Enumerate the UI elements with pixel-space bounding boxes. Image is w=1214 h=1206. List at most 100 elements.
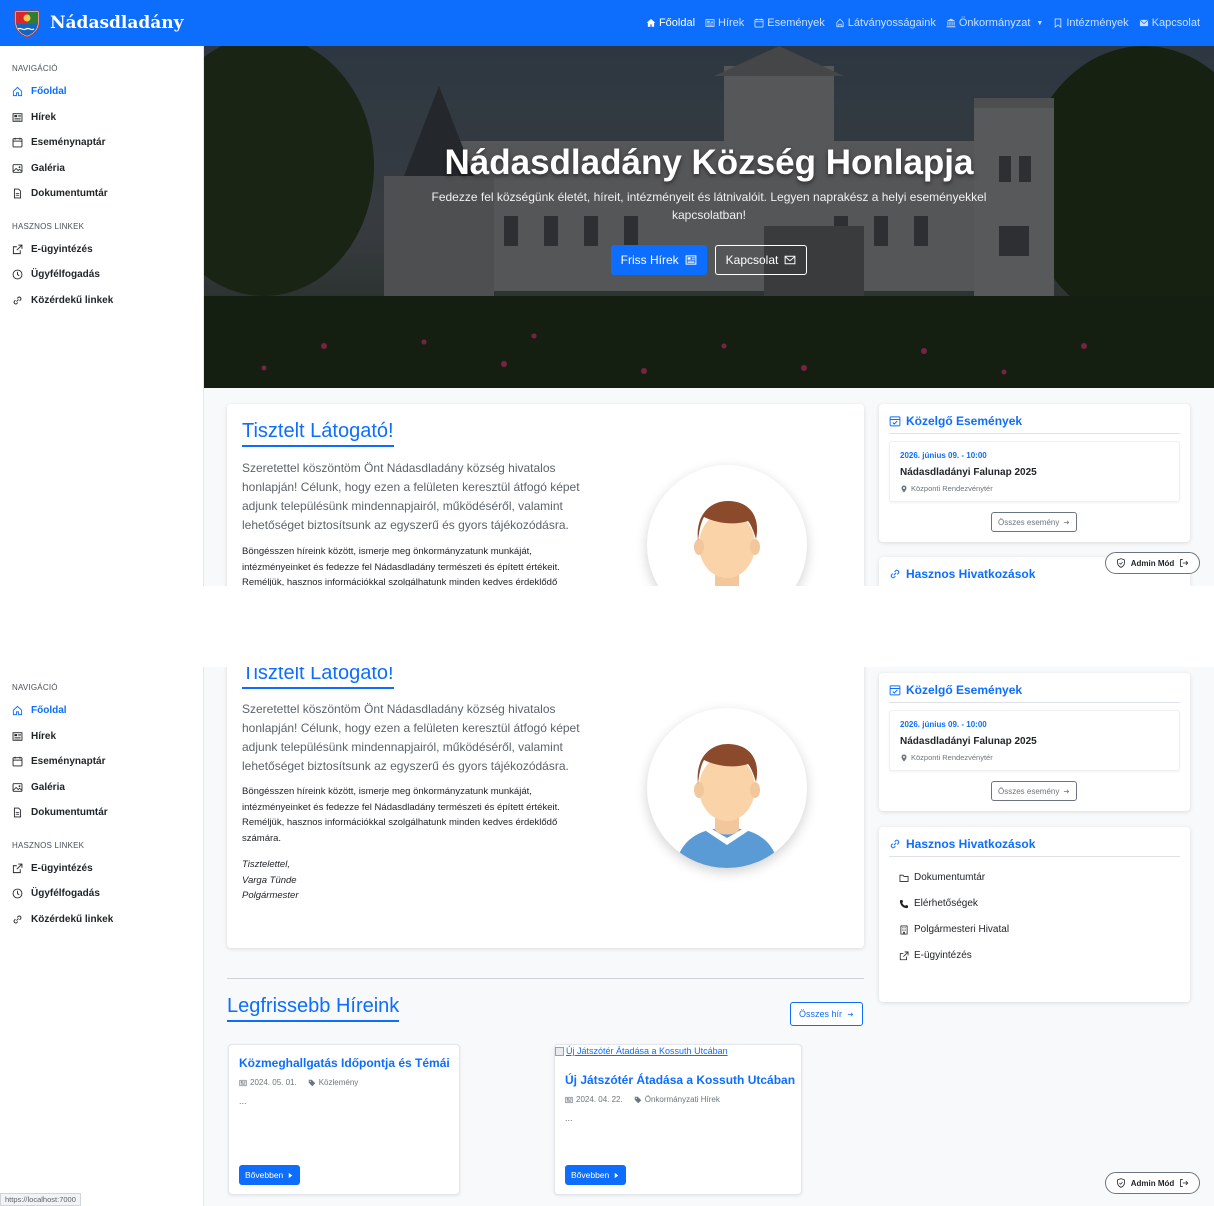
- image-icon: [12, 163, 23, 174]
- hero-title: Nádasdladány Község Honlapja: [444, 143, 974, 182]
- sidebar-item-esemenynaptar[interactable]: Eseménynaptár: [12, 130, 191, 156]
- bank-icon: [946, 18, 956, 28]
- news-image-broken[interactable]: Új Játszótér Átadása a Kossuth Utcában: [555, 1046, 728, 1056]
- nav-link-latvanyossagaink[interactable]: Látványosságaink: [835, 17, 936, 29]
- sidebar-item-esemenynaptar[interactable]: Eseménynaptár: [12, 749, 191, 775]
- useful-link-e-ugyintezes[interactable]: E-ügyintézés: [899, 950, 972, 961]
- sidebar-item-e-ugyintezes[interactable]: E-ügyintézés: [12, 856, 191, 882]
- event-location: Központi Rendezvénytér: [900, 484, 993, 493]
- navbar-links: Főoldal Hírek Események Látványosságaink…: [646, 0, 1200, 46]
- newspaper-icon: [685, 254, 697, 266]
- news-meta: 2024. 04. 22. Önkormányzati Hírek: [565, 1095, 720, 1104]
- sidebar-heading-useful-links: HASZNOS LINKEK: [12, 221, 85, 231]
- kapcsolat-button[interactable]: Kapcsolat: [714, 245, 808, 275]
- sidebar-item-galeria[interactable]: Galéria: [12, 156, 191, 182]
- event-date: 2026. június 09. - 10:00: [900, 451, 987, 460]
- link-icon: [889, 568, 901, 580]
- admin-mode-button[interactable]: Admin Mód: [1105, 552, 1200, 574]
- useful-link-polgarmesteri-hivatal[interactable]: Polgármesteri Hivatal: [899, 924, 1009, 935]
- all-events-button[interactable]: Összes esemény: [991, 512, 1078, 532]
- sidebar-item-hirek[interactable]: Hírek: [12, 724, 191, 750]
- home-icon: [646, 18, 656, 28]
- admin-mode-button[interactable]: Admin Mód: [1105, 1172, 1200, 1194]
- person-avatar-icon: [647, 465, 807, 586]
- arrow-right-icon: [1063, 788, 1070, 795]
- sidebar: NAVIGÁCIÓ Főoldal Hírek Eseménynaptár Ga…: [0, 46, 204, 586]
- news-section-title: Legfrissebb Híreink: [227, 995, 400, 1022]
- event-location: Központi Rendezvénytér: [900, 753, 993, 762]
- external-link-icon: [12, 863, 23, 874]
- hero-subtitle: Fedezze fel községünk életét, híreit, in…: [431, 190, 987, 222]
- top-navbar: Nádasdladány Főoldal Hírek Események Lát…: [0, 0, 1214, 46]
- calendar-icon: [565, 1096, 573, 1104]
- sidebar-heading-navigation: NAVIGÁCIÓ: [12, 64, 58, 73]
- nav-link-intezmenyek[interactable]: Intézmények: [1053, 17, 1129, 29]
- useful-link-elerhetosegek[interactable]: Elérhetőségek: [899, 898, 978, 909]
- sidebar-item-galeria[interactable]: Galéria: [12, 775, 191, 801]
- calendar-icon: [239, 1079, 247, 1087]
- broken-image-icon: [555, 1046, 564, 1056]
- link-icon: [12, 295, 23, 306]
- play-icon: [613, 1172, 620, 1179]
- news-excerpt: ...: [239, 1096, 247, 1106]
- landmark-icon: [835, 18, 845, 28]
- sidebar-item-dokumentumtar[interactable]: Dokumentumtár: [12, 181, 191, 207]
- tag-icon: [634, 1096, 642, 1104]
- news-meta: 2024. 05. 01. Közlemény: [239, 1078, 358, 1087]
- nav-link-esemenyek[interactable]: Események: [754, 17, 825, 29]
- external-link-icon: [12, 244, 23, 255]
- bookmark-icon: [1053, 18, 1063, 28]
- sidebar-item-ugyfelfogadas[interactable]: Ügyfélfogadás: [12, 262, 191, 288]
- news-title[interactable]: Új Játszótér Átadása a Kossuth Utcában: [565, 1073, 795, 1087]
- home-icon: [12, 705, 23, 716]
- map-pin-icon: [900, 754, 908, 762]
- nav-link-onkormanyzat[interactable]: Önkormányzat ▼: [946, 17, 1043, 29]
- folder-icon: [899, 873, 909, 883]
- event-name: Nádasdladányi Falunap 2025: [900, 736, 1037, 747]
- sidebar-item-dokumentumtar[interactable]: Dokumentumtár: [12, 800, 191, 826]
- useful-link-dokumentumtar[interactable]: Dokumentumtár: [899, 872, 985, 883]
- logout-icon: [1179, 558, 1189, 568]
- all-events-button[interactable]: Összes esemény: [991, 781, 1078, 801]
- welcome-lead: Szeretettel köszöntöm Önt Nádasdladány k…: [242, 461, 580, 532]
- screenshot-scrolled: NAVIGÁCIÓ Főoldal Hírek Eseménynaptár Ga…: [0, 667, 1214, 1206]
- sidebar-item-kozerdeku-linkek[interactable]: Közérdekű linkek: [12, 288, 191, 314]
- useful-links-card: Hasznos Hivatkozások Dokumentumtár Elérh…: [879, 827, 1190, 1002]
- hero-banner: Nádasdladány Község Honlapja Fedezze fel…: [204, 46, 1214, 388]
- nav-link-fooldal[interactable]: Főoldal: [646, 17, 695, 29]
- sidebar-item-e-ugyintezes[interactable]: E-ügyintézés: [12, 237, 191, 263]
- building-icon: [899, 925, 909, 935]
- mayor-avatar: [647, 465, 807, 586]
- logout-icon: [1179, 1178, 1189, 1188]
- play-icon: [287, 1172, 294, 1179]
- events-card-title: Közelgő Események: [889, 414, 1180, 434]
- sidebar-item-fooldal[interactable]: Főoldal: [12, 698, 191, 724]
- read-more-button[interactable]: Bővebben: [239, 1165, 301, 1185]
- home-icon: [12, 86, 23, 97]
- news-title[interactable]: Közmeghallgatás Időpontja és Témái: [239, 1056, 450, 1070]
- links-card-title: Hasznos Hivatkozások: [889, 837, 1180, 857]
- status-bar-url: https://localhost:7000: [0, 1193, 81, 1206]
- event-item[interactable]: 2026. június 09. - 10:00 Nádasdladányi F…: [889, 710, 1180, 771]
- sidebar-item-kozerdeku-linkek[interactable]: Közérdekű linkek: [12, 907, 191, 933]
- brand[interactable]: Nádasdladány: [12, 8, 184, 38]
- document-icon: [12, 188, 23, 199]
- map-pin-icon: [900, 485, 908, 493]
- news-card: Közmeghallgatás Időpontja és Témái 2024.…: [228, 1044, 460, 1195]
- sidebar-heading-navigation: NAVIGÁCIÓ: [12, 683, 58, 692]
- read-more-button[interactable]: Bővebben: [565, 1165, 627, 1185]
- event-name: Nádasdladányi Falunap 2025: [900, 467, 1037, 478]
- all-news-button[interactable]: Összes hír: [790, 1002, 864, 1026]
- welcome-body: Böngésszen híreink között, ismerje meg ö…: [242, 546, 560, 586]
- sidebar-item-fooldal[interactable]: Főoldal: [12, 79, 191, 105]
- hero-actions: Friss Hírek Kapcsolat: [204, 245, 1214, 275]
- sidebar-item-ugyfelfogadas[interactable]: Ügyfélfogadás: [12, 881, 191, 907]
- event-item[interactable]: 2026. június 09. - 10:00 Nádasdladányi F…: [889, 441, 1180, 502]
- nav-link-hirek[interactable]: Hírek: [705, 17, 744, 29]
- friss-hirek-button[interactable]: Friss Hírek: [610, 245, 707, 275]
- shield-icon: [1116, 558, 1126, 568]
- coat-of-arms-icon: [12, 8, 42, 38]
- nav-link-kapcsolat[interactable]: Kapcsolat: [1139, 17, 1200, 29]
- sidebar-item-hirek[interactable]: Hírek: [12, 105, 191, 131]
- welcome-title: Tisztelt Látogató!: [242, 420, 394, 447]
